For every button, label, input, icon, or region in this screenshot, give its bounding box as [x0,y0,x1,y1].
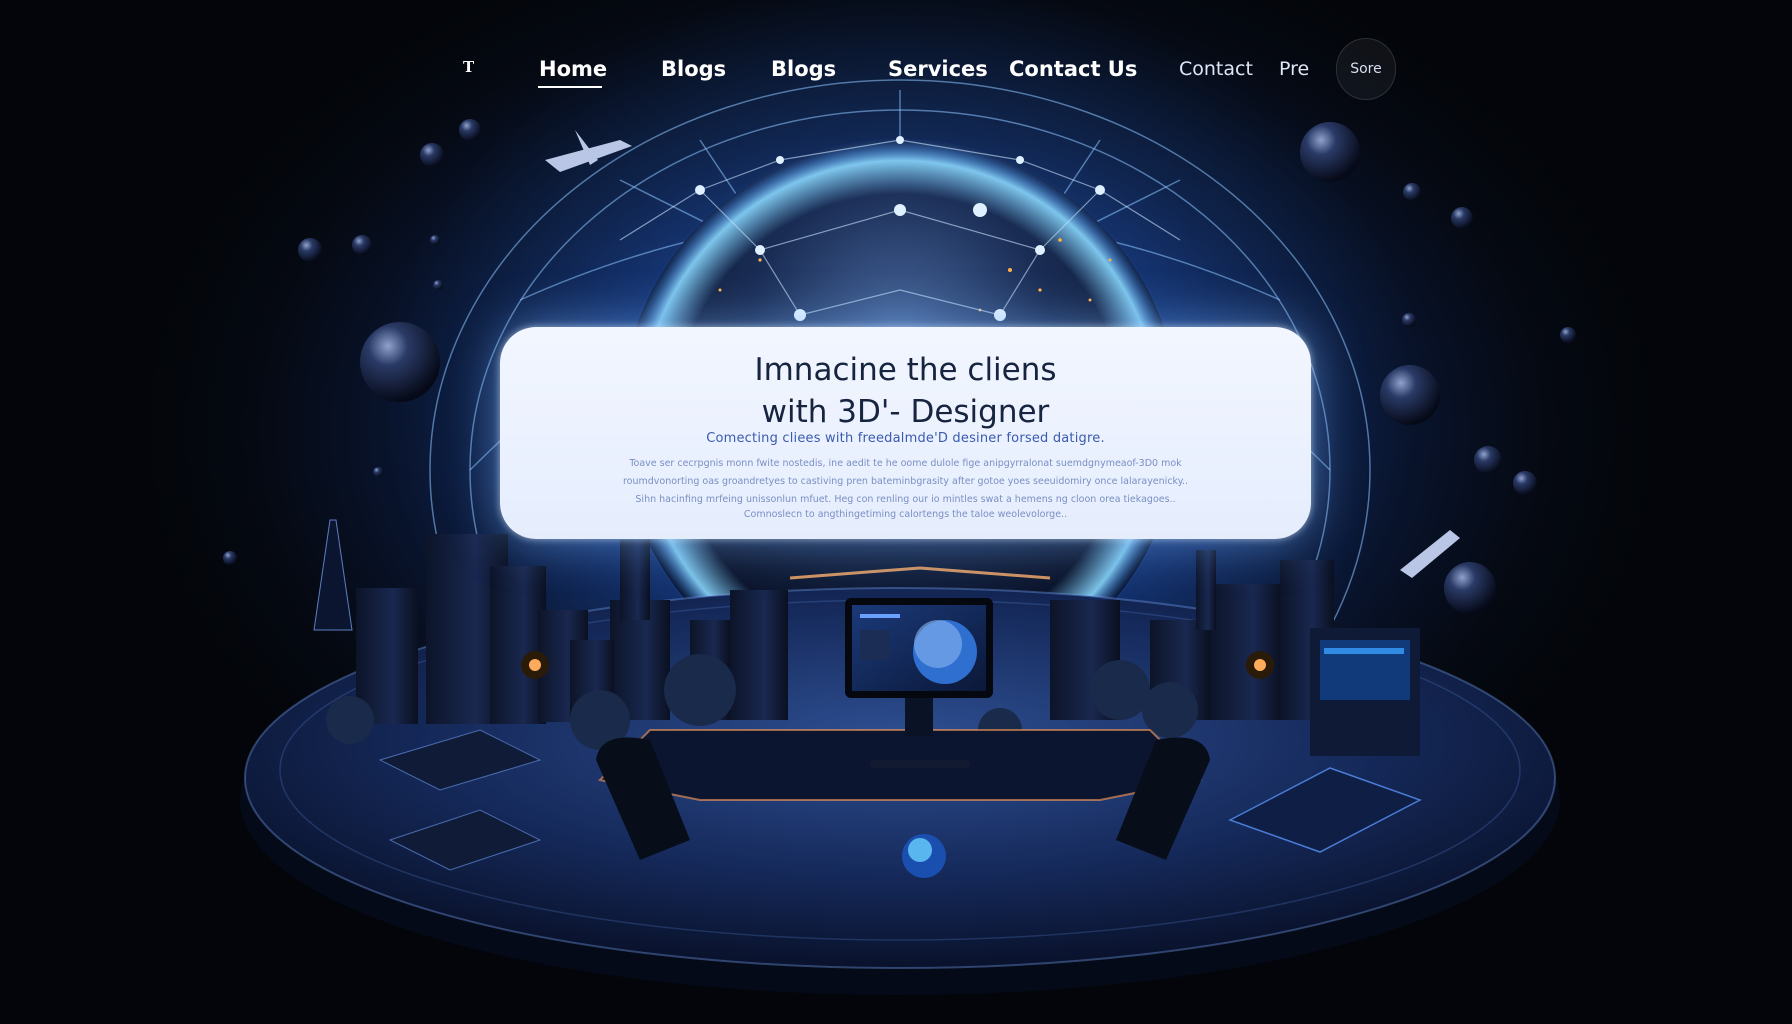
nav-active-underline [538,86,602,88]
nav-contact-us[interactable]: Contact Us [1009,54,1137,84]
hero-title-line-1: Imnacine the cliens [754,352,1057,388]
hero-title-line-2: with 3D'- Designer [761,394,1050,430]
nav-pill-button[interactable]: Sore [1336,38,1396,100]
hero-title: Imnacine the cliens with 3D'- Designer [500,349,1311,433]
nav-blogs-2[interactable]: Blogs [771,54,836,84]
nav-services[interactable]: Services [888,54,988,84]
hero-body-line: Toave ser cecrpgnis monn fwite nostedis,… [629,458,1182,469]
hero-body-line: Sihn hacinfing mrfeing unissonlun mfuet.… [635,494,1176,505]
hero-footer-text: Comnoslecn to angthingetiming calortengs… [743,509,1068,520]
hero-card: Imnacine the cliens with 3D'- Designer C… [500,327,1311,539]
hero-body: Toave ser cecrpgnis monn fwite nostedis,… [580,455,1231,509]
hero-body-line: roumdvonorting oas groandretyes to casti… [622,476,1189,487]
nav-pre[interactable]: Pre [1279,54,1309,84]
hero-page: T Home Blogs Blogs Services Contact Us C… [0,0,1792,1024]
nav-blogs[interactable]: Blogs [661,54,726,84]
nav-home[interactable]: Home [539,54,607,84]
nav-contact[interactable]: Contact [1179,54,1253,84]
hero-subtitle: Comecting cliees with freedalmde'D desin… [706,431,1105,446]
logo-icon[interactable]: T [463,58,474,76]
